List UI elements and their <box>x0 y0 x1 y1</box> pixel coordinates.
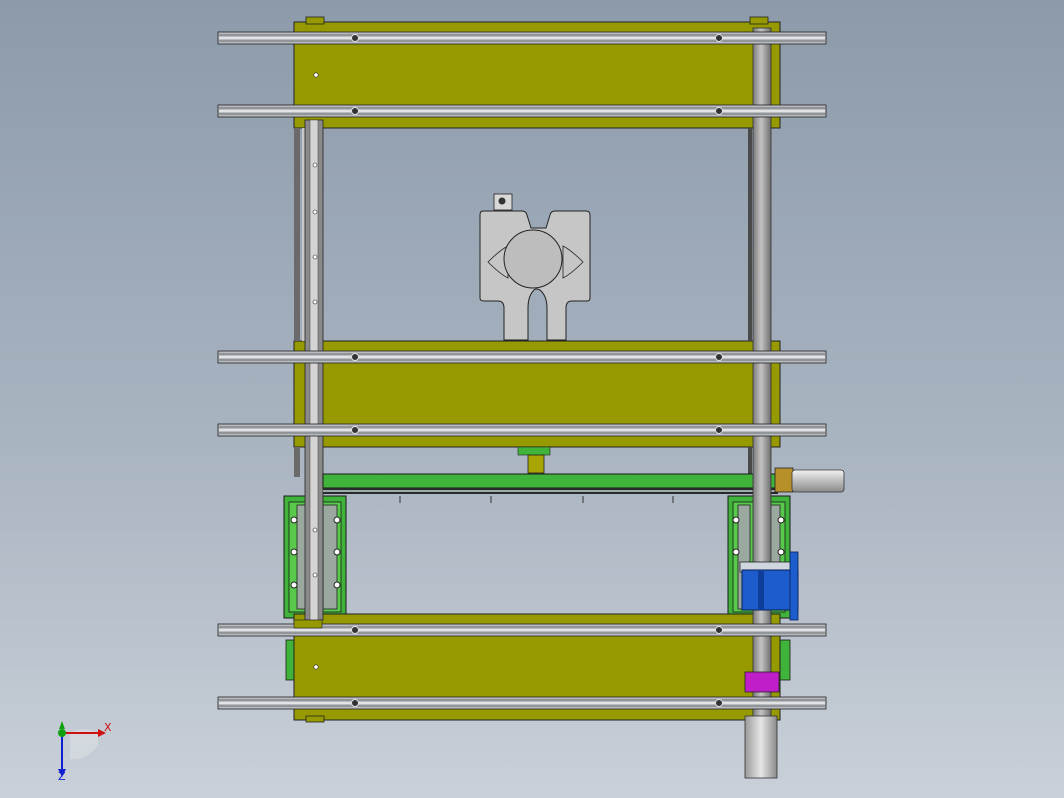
z-axis-label: Z <box>58 770 66 783</box>
cad-viewport[interactable] <box>0 0 1064 798</box>
x-axis-label: X <box>104 721 112 734</box>
rail-bolt <box>715 34 723 42</box>
lower-plate-lip <box>293 619 323 629</box>
bottom-cylinder <box>744 715 778 779</box>
blue-motor <box>739 551 799 621</box>
right-guide-column <box>752 27 772 719</box>
rail-bolt <box>715 107 723 115</box>
mold-fixture <box>479 193 591 341</box>
horizontal-rail <box>217 31 827 45</box>
rail-bolt <box>715 426 723 434</box>
magenta-block <box>744 671 780 693</box>
rail-bolt <box>351 107 359 115</box>
rail-bolt <box>351 626 359 634</box>
left-linear-guide-rail <box>304 119 324 621</box>
rail-bolt <box>715 626 723 634</box>
coordinate-triad: X Z <box>40 715 130 790</box>
green-slider-bar <box>322 446 779 503</box>
rail-bolt <box>715 699 723 707</box>
y-axis-dot <box>58 729 66 737</box>
horizontal-air-cylinder <box>774 467 845 493</box>
horizontal-rail <box>217 696 827 710</box>
horizontal-rail <box>217 423 827 437</box>
horizontal-rail <box>217 104 827 118</box>
rail-bolt <box>351 426 359 434</box>
rail-bolt <box>351 34 359 42</box>
rail-bolt <box>715 353 723 361</box>
horizontal-rail <box>217 350 827 364</box>
rail-bolt <box>351 353 359 361</box>
rail-bolt <box>351 699 359 707</box>
